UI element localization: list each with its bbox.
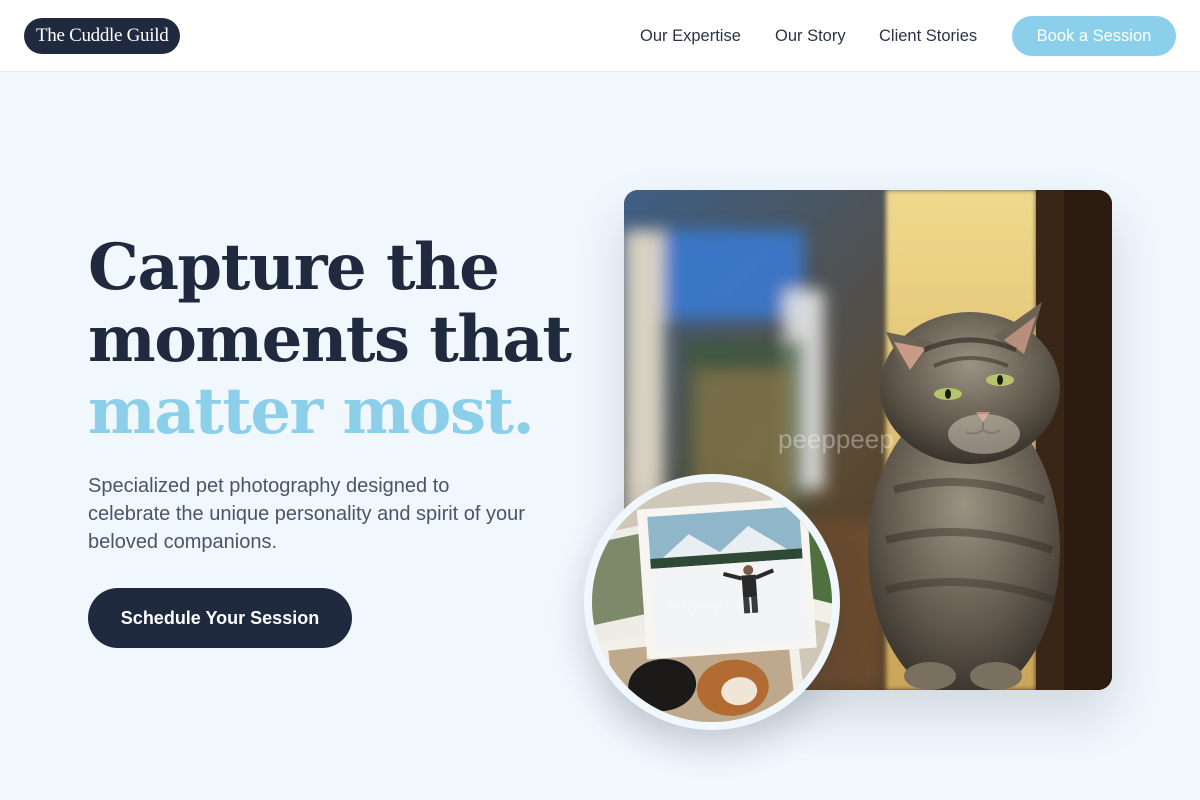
nav-link-our-expertise[interactable]: Our Expertise xyxy=(640,25,741,47)
polaroid-photo: peeppeep xyxy=(584,474,840,730)
watermark-text: peeppeep xyxy=(778,424,894,454)
book-session-button[interactable]: Book a Session xyxy=(1012,16,1176,56)
polaroid-photo-illustration: peeppeep xyxy=(592,482,832,722)
nav-link-client-stories[interactable]: Client Stories xyxy=(879,25,977,47)
hero-title-line-1: Capture the xyxy=(88,230,500,305)
schedule-session-button[interactable]: Schedule Your Session xyxy=(88,588,352,648)
hero-title: Capture the moments that matter most. xyxy=(88,232,608,448)
hero-subtitle: Specialized pet photography designed to … xyxy=(88,475,525,553)
site-header: The Cuddle Guild Our Expertise Our Story… xyxy=(0,0,1200,72)
hero-title-line-2: moments that xyxy=(88,302,572,377)
brand-logo[interactable]: The Cuddle Guild xyxy=(24,18,181,54)
hero-title-accent: matter most. xyxy=(88,374,535,449)
polaroid-watermark-text: peeppeep xyxy=(668,597,722,611)
nav-link-our-story[interactable]: Our Story xyxy=(775,25,846,47)
